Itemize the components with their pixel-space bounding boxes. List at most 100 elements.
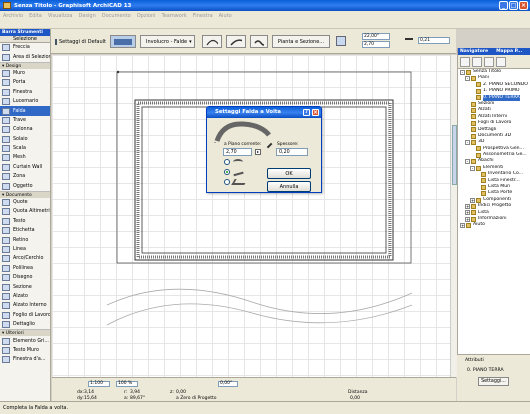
zoom-dropdown[interactable]: 100 % bbox=[116, 381, 138, 387]
view-map-icon[interactable] bbox=[472, 56, 482, 67]
toolbox-section-documento[interactable]: ▾ Documento bbox=[0, 190, 50, 198]
floor-plan-canvas[interactable] bbox=[52, 55, 456, 377]
menu-documento[interactable]: Documento bbox=[102, 13, 131, 19]
roof-thickness-field[interactable]: 0,21 bbox=[418, 37, 450, 44]
tab-navigatore[interactable]: Navigatore bbox=[460, 48, 488, 55]
tool-area-di-selezione[interactable]: Area di Selezione bbox=[0, 52, 50, 61]
tool-trave[interactable]: Trave bbox=[0, 116, 50, 125]
publisher-icon[interactable] bbox=[496, 56, 506, 67]
tool-retino[interactable]: Retino bbox=[0, 235, 50, 244]
roof-height-field[interactable]: 2,70 bbox=[362, 41, 390, 48]
tool-zona[interactable]: Zona bbox=[0, 172, 50, 181]
tool-dettaglio[interactable]: Dettaglio bbox=[0, 320, 50, 329]
tool-testo[interactable]: Testo bbox=[0, 217, 50, 226]
tool-colonna[interactable]: Colonna bbox=[0, 125, 50, 134]
piano-corrente-field[interactable]: 2,70 bbox=[223, 148, 252, 156]
roof-angle-field[interactable]: 22,00° bbox=[362, 33, 390, 40]
tree-item[interactable]: 0. PIANO TERRA bbox=[460, 94, 530, 101]
collapse-icon[interactable]: - bbox=[465, 159, 470, 165]
ok-button[interactable]: OK bbox=[267, 168, 311, 179]
tool-mesh[interactable]: Mesh bbox=[0, 153, 50, 162]
tool-foglio-di-lavoro[interactable]: Foglio di Lavoro bbox=[0, 311, 50, 320]
tool-linea[interactable]: Linea bbox=[0, 245, 50, 254]
dialog-close-button[interactable]: × bbox=[312, 109, 319, 116]
project-map-icon[interactable] bbox=[460, 56, 470, 67]
roof-mode-dropdown[interactable]: Involucro - Falde ▾ bbox=[140, 35, 195, 48]
tool-finestra-d-a[interactable]: Finestra d'a... bbox=[0, 355, 50, 364]
geometry-method-button[interactable] bbox=[110, 35, 136, 48]
tool-etichetta[interactable]: Etichetta bbox=[0, 226, 50, 235]
expand-icon[interactable]: + bbox=[470, 197, 475, 203]
tool-curtain-wall[interactable]: Curtain Wall bbox=[0, 163, 50, 172]
rotation-angle-field[interactable]: 0,00° bbox=[218, 381, 238, 387]
close-button[interactable]: × bbox=[519, 1, 528, 10]
tool-alzato-interno[interactable]: Alzato Interno bbox=[0, 301, 50, 310]
canvas-vertical-scrollbar[interactable] bbox=[450, 55, 457, 377]
menu-visualizza[interactable]: Visualizza bbox=[48, 13, 73, 19]
collapse-icon[interactable]: - bbox=[460, 69, 465, 75]
shape-radio-3[interactable] bbox=[224, 179, 230, 185]
folder-icon bbox=[476, 152, 481, 158]
dialog-help-button[interactable]: ? bbox=[303, 109, 310, 116]
tool-scala[interactable]: Scala bbox=[0, 144, 50, 153]
menu-finestra[interactable]: Finestra bbox=[193, 13, 213, 19]
default-settings-button[interactable]: Settaggi di Default bbox=[52, 35, 106, 48]
tool-elemento-gri[interactable]: Elemento Gri... bbox=[0, 336, 50, 345]
expand-icon[interactable]: + bbox=[465, 216, 470, 222]
menu-archivio[interactable]: Archivio bbox=[3, 13, 23, 19]
tool-sezione[interactable]: Sezione bbox=[0, 282, 50, 291]
arc-shape-button[interactable] bbox=[226, 35, 246, 48]
tab-mappa-progetto[interactable]: Mappa P... bbox=[496, 48, 522, 55]
z-value: 0,00 bbox=[176, 390, 187, 395]
tool-freccia[interactable]: Freccia bbox=[0, 43, 50, 52]
annulla-button[interactable]: Annulla bbox=[267, 181, 311, 192]
vault-shape-button[interactable] bbox=[202, 35, 222, 48]
tree-item[interactable]: + Aiuto bbox=[460, 222, 530, 229]
tool-muro[interactable]: Muro bbox=[0, 69, 50, 78]
settings-button[interactable]: Settaggi... bbox=[478, 377, 509, 386]
maximize-button[interactable]: □ bbox=[509, 1, 518, 10]
tool-lucernario[interactable]: Lucernario bbox=[0, 97, 50, 106]
folder-icon bbox=[476, 88, 481, 94]
shape-radio-2[interactable] bbox=[224, 169, 230, 175]
collapse-icon[interactable]: - bbox=[465, 76, 470, 82]
wave-shape-button[interactable] bbox=[250, 35, 268, 48]
collapse-icon[interactable]: - bbox=[470, 165, 475, 171]
toolbox-section-ulteriori[interactable]: ▾ Ulteriori bbox=[0, 329, 50, 337]
plan-section-button[interactable]: Pianta e Sezione... bbox=[272, 35, 330, 48]
expand-icon[interactable]: + bbox=[460, 223, 465, 229]
tool-solaio[interactable]: Solaio bbox=[0, 135, 50, 144]
menu-teamwork[interactable]: Teamwork bbox=[161, 13, 186, 19]
menu-opzioni[interactable]: Opzioni bbox=[137, 13, 156, 19]
tool-quote[interactable]: Quote bbox=[0, 198, 50, 207]
tool-porta[interactable]: Porta bbox=[0, 78, 50, 87]
layout-book-icon[interactable] bbox=[484, 56, 494, 67]
tool-label: Lucernario bbox=[13, 99, 39, 105]
tool-arco-cerchio[interactable]: Arco/Cerchio bbox=[0, 254, 50, 263]
menu-design[interactable]: Design bbox=[78, 13, 95, 19]
tool-falda[interactable]: Falda bbox=[0, 106, 50, 116]
piano-arrow-button[interactable]: ▸ bbox=[255, 149, 261, 155]
tool-quota-altimetrica[interactable]: Quota Altimetrica bbox=[0, 207, 50, 216]
expand-icon[interactable]: + bbox=[465, 203, 470, 209]
tree-item[interactable]: Assonometria Ge... bbox=[460, 152, 530, 158]
tool-finestra[interactable]: Finestra bbox=[0, 88, 50, 97]
status-bar: Completa la Falda a volta. bbox=[0, 401, 530, 414]
tool-oggetto[interactable]: Oggetto bbox=[0, 181, 50, 190]
menu-aiuto[interactable]: Aiuto bbox=[219, 13, 232, 19]
tool-disegno[interactable]: Disegno bbox=[0, 273, 50, 282]
tool-alzato[interactable]: Alzato bbox=[0, 292, 50, 301]
tool-testo-muro[interactable]: Testo Muro bbox=[0, 346, 50, 355]
spessore-field[interactable]: 0,20 bbox=[276, 148, 308, 156]
navigator-tree: - Senza Titolo - Piani 2. PIANO SECONDO 1. PI… bbox=[458, 69, 530, 229]
expand-icon[interactable]: + bbox=[465, 210, 470, 216]
menu-edita[interactable]: Edita bbox=[29, 13, 42, 19]
tool-polilinea[interactable]: Polilinea bbox=[0, 264, 50, 273]
scale-dropdown[interactable]: 1:100 bbox=[88, 381, 110, 387]
tool-label: Quota Altimetrica bbox=[13, 209, 50, 215]
collapse-icon[interactable]: - bbox=[465, 139, 470, 145]
shape-radio-1[interactable] bbox=[224, 159, 230, 165]
toolbox-section-design[interactable]: ▾ Design bbox=[0, 61, 50, 69]
minimize-button[interactable]: _ bbox=[499, 1, 508, 10]
